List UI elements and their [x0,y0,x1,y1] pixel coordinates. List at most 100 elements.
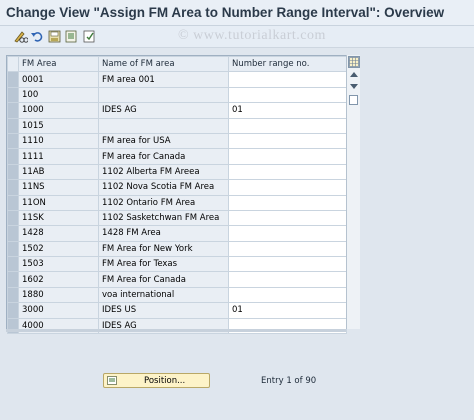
cell-fm-area: 11ON [18,194,99,211]
row-selector[interactable] [7,132,19,150]
cell-fm-area-name: IDES AG [98,102,229,119]
window-title: Change View "Assign FM Area to Number Ra… [6,5,445,20]
cell-number-range-input[interactable] [228,225,347,242]
watermark: © www.tutorialkart.com [178,28,326,43]
row-selector[interactable] [7,209,19,227]
cell-number-range-input[interactable] [228,86,347,104]
cell-fm-area-name: FM Area for Canada [98,271,229,288]
cell-fm-area-name: voa international [98,286,229,304]
cell-fm-area: 1428 [18,225,99,242]
undo-icon[interactable] [30,29,45,44]
column-header-number-range[interactable]: Number range no. [228,55,347,73]
row-selector[interactable] [7,194,19,211]
row-selector[interactable] [7,271,19,288]
cell-fm-area-name: FM area for USA [98,132,229,150]
cell-number-range-input[interactable] [228,286,347,304]
table-row[interactable]: 1111 FM area for Canada [7,148,347,165]
column-header-fm-area[interactable]: FM Area [18,55,99,73]
cell-fm-area: 1110 [18,132,99,150]
table-row[interactable]: 11NS 1102 Nova Scotia FM Area [7,179,347,196]
table-settings-icon[interactable] [348,56,360,68]
scroll-up-icon[interactable] [350,72,358,77]
row-selector[interactable] [7,86,19,104]
cell-fm-area-name [98,117,229,134]
cell-fm-area: 1502 [18,240,99,258]
table-row[interactable]: 1602 FM Area for Canada [7,271,347,288]
cell-number-range-input[interactable] [228,179,347,196]
cell-number-range-input[interactable]: 01 [228,302,347,319]
row-selector[interactable] [7,117,19,134]
export-icon[interactable] [64,29,79,44]
row-selector[interactable] [7,286,19,304]
scroll-down-icon[interactable] [350,84,358,89]
row-selector[interactable] [7,302,19,319]
cell-number-range-input[interactable] [228,148,347,165]
table-row[interactable]: 11AB 1102 Alberta FM Areea [7,163,347,181]
cell-number-range-input[interactable] [228,163,347,181]
table-row[interactable]: 1503 FM Area for Texas [7,256,347,273]
cell-fm-area-name: 1102 Alberta FM Areea [98,163,229,181]
cell-number-range-input[interactable] [228,117,347,134]
cell-number-range-input[interactable] [228,271,347,288]
cell-fm-area-name: 1102 Ontario FM Area [98,194,229,211]
title-bar: Change View "Assign FM Area to Number Ra… [0,0,474,26]
cell-number-range-input[interactable] [228,71,347,88]
table-row[interactable]: 3000 IDES US 01 [7,302,347,319]
position-icon [107,376,117,385]
table-body: 0001 FM area 001 100 1000 IDES AG 01 1015 1110 F… [7,71,347,335]
cell-number-range-input[interactable] [228,209,347,227]
row-selector[interactable] [7,71,19,88]
cell-fm-area: 100 [18,86,99,104]
table-row[interactable]: 1880 voa international [7,286,347,304]
save-icon[interactable] [47,29,62,44]
cell-fm-area-name: 1102 Sasketchwan FM Area [98,209,229,227]
cell-fm-area: 11SK [18,209,99,227]
table-row[interactable]: 1428 1428 FM Area [7,225,347,242]
row-selector[interactable] [7,225,19,242]
entry-counter: Entry 1 of 90 [261,376,317,386]
row-selector[interactable] [7,102,19,119]
position-button-label: Position... [144,376,186,386]
table-row[interactable]: 1502 FM Area for New York [7,240,347,258]
cell-fm-area: 1602 [18,271,99,288]
cell-number-range-input[interactable] [228,194,347,211]
table-row[interactable]: 1110 FM area for USA [7,132,347,150]
scroll-thumb[interactable] [349,95,358,105]
pencil-glasses-icon[interactable] [13,29,29,44]
vertical-scrollbar[interactable] [346,55,360,329]
cell-number-range-input[interactable]: 01 [228,102,347,119]
cell-fm-area: 1000 [18,102,99,119]
cell-number-range-input[interactable] [228,240,347,258]
column-header-name[interactable]: Name of FM area [98,55,229,73]
horizontal-scrollbar[interactable] [6,329,346,332]
cell-fm-area-name: 1428 FM Area [98,225,229,242]
cell-fm-area-name [98,86,229,104]
table-row[interactable]: 1015 [7,117,347,134]
cell-fm-area: 0001 [18,71,99,88]
cell-fm-area-name: 1102 Nova Scotia FM Area [98,179,229,196]
table-control: FM Area Name of FM area Number range no.… [6,55,360,335]
cell-fm-area: 11NS [18,179,99,196]
table-row[interactable]: 0001 FM area 001 [7,71,347,88]
fm-area-table: FM Area Name of FM area Number range no.… [7,55,347,335]
row-selector[interactable] [7,256,19,273]
table-row[interactable]: 1000 IDES AG 01 [7,102,347,119]
cell-fm-area-name: IDES US [98,302,229,319]
position-button[interactable]: Position... [103,373,210,388]
table-row[interactable]: 11ON 1102 Ontario FM Area [7,194,347,211]
select-all-icon[interactable] [82,29,97,44]
table-row[interactable]: 100 [7,86,347,104]
row-selector[interactable] [7,148,19,165]
cell-number-range-input[interactable] [228,256,347,273]
cell-fm-area-name: FM Area for New York [98,240,229,258]
table-row[interactable]: 11SK 1102 Sasketchwan FM Area [7,209,347,227]
row-selector[interactable] [7,240,19,258]
cell-fm-area: 3000 [18,302,99,319]
cell-number-range-input[interactable] [228,132,347,150]
row-selector[interactable] [7,179,19,196]
cell-fm-area: 1111 [18,148,99,165]
cell-fm-area: 11AB [18,163,99,181]
select-all-header[interactable] [7,55,19,73]
row-selector[interactable] [7,163,19,181]
cell-fm-area-name: FM area 001 [98,71,229,88]
